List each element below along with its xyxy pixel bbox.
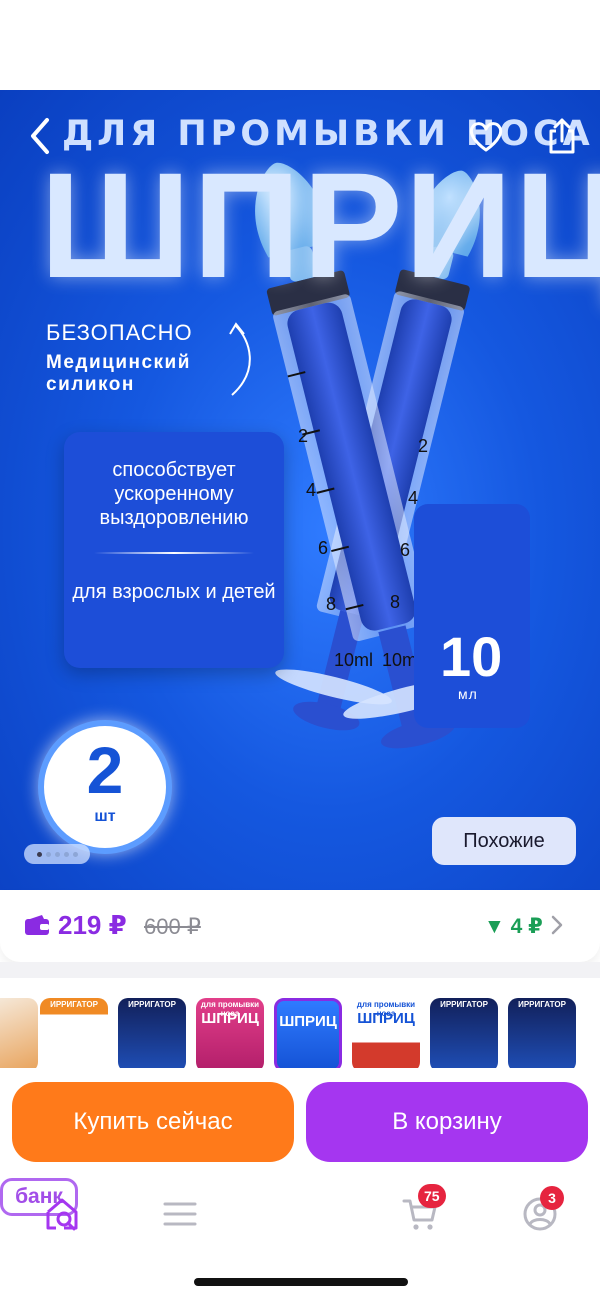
quantity-badge: 2 шт	[38, 720, 172, 854]
thumbnail-title: ИРРИГАТОР	[128, 1000, 176, 1009]
chevron-right-icon[interactable]	[550, 914, 564, 936]
pagination-dot	[63, 851, 69, 857]
thumbnail-4-selected[interactable]: ШПРИЦ	[274, 998, 342, 1068]
action-bar: Купить сейчас В корзину	[0, 1068, 600, 1178]
share-icon[interactable]	[542, 116, 582, 156]
volume-number: 10	[440, 625, 503, 688]
similar-button[interactable]: Похожие	[432, 817, 576, 865]
section-divider	[0, 962, 600, 978]
thumbnail-title: ИРРИГАТОР	[50, 1000, 98, 1009]
divider	[94, 552, 254, 554]
current-price: 219 ₽	[58, 910, 127, 940]
heart-icon[interactable]	[466, 116, 506, 156]
cashback-value: ▼ 4 ₽	[484, 915, 543, 938]
add-to-cart-button[interactable]: В корзину	[306, 1082, 588, 1162]
cart-count-badge: 75	[418, 1184, 446, 1208]
safe-label: БЕЗОПАСНО	[46, 320, 193, 345]
product-page: ДЛЯ ПРОМЫВКИ НОСА ШПРИЦ БЕЗОПАСНО Медици…	[0, 0, 600, 1300]
thumbnail-2[interactable]: ИРРИГАТОР	[118, 998, 186, 1068]
bottom-navigation: банк 75 3	[0, 1178, 600, 1300]
thumbnail-big-text: ШПРИЦ	[357, 1010, 415, 1027]
old-price: 600 ₽	[144, 914, 201, 939]
variant-thumbnails: ИРРИГАТОР ИРРИГАТОР для промывки носа ШП…	[0, 978, 600, 1068]
thumbnail-0[interactable]	[0, 998, 38, 1068]
chevron-left-icon[interactable]	[20, 116, 60, 156]
quantity-unit: шт	[94, 808, 116, 825]
thumbnail-5[interactable]: для промывки носа ШПРИЦ	[352, 998, 420, 1068]
thumbnail-6[interactable]: ИРРИГАТОР	[430, 998, 498, 1068]
thumbnail-title: ИРРИГАТОР	[518, 1000, 566, 1009]
hero-title: ШПРИЦ	[40, 141, 600, 309]
thumbnail-1[interactable]: ИРРИГАТОР	[40, 998, 108, 1068]
profile-notification-badge: 3	[540, 1186, 564, 1210]
silicone-label: Медицинский силикон	[46, 352, 191, 395]
price-row[interactable]: 219 ₽ 600 ₽ ▼ 4 ₽	[0, 890, 600, 962]
pagination-dot	[54, 851, 60, 857]
home-indicator	[194, 1278, 408, 1286]
audience-text: для взрослых и детей	[72, 581, 276, 603]
home-search-icon[interactable]	[40, 1192, 84, 1236]
thumbnail-3[interactable]: для промывки носа ШПРИЦ	[196, 998, 264, 1068]
benefit-text: способствует ускоренному выздоровлению	[99, 459, 249, 529]
thumbnail-7[interactable]: ИРРИГАТОР	[508, 998, 576, 1068]
catalog-menu-icon[interactable]	[158, 1192, 202, 1236]
thumbnail-big-text: ШПРИЦ	[201, 1010, 259, 1027]
carousel-pagination	[24, 844, 90, 864]
wallet-icon	[25, 915, 49, 935]
pagination-dot	[45, 851, 51, 857]
product-image-carousel[interactable]: ДЛЯ ПРОМЫВКИ НОСА ШПРИЦ БЕЗОПАСНО Медици…	[0, 90, 600, 890]
volume-unit: мл	[458, 686, 478, 702]
thumbnail-big-text: ШПРИЦ	[279, 1013, 337, 1030]
quantity-number: 2	[86, 733, 124, 807]
pagination-dot	[72, 851, 78, 857]
thumbnail-title: ИРРИГАТОР	[440, 1000, 488, 1009]
buy-now-button[interactable]: Купить сейчас	[12, 1082, 294, 1162]
pagination-dot-active	[36, 851, 42, 857]
benefit-card: способствует ускоренному выздоровлению д…	[64, 432, 284, 668]
